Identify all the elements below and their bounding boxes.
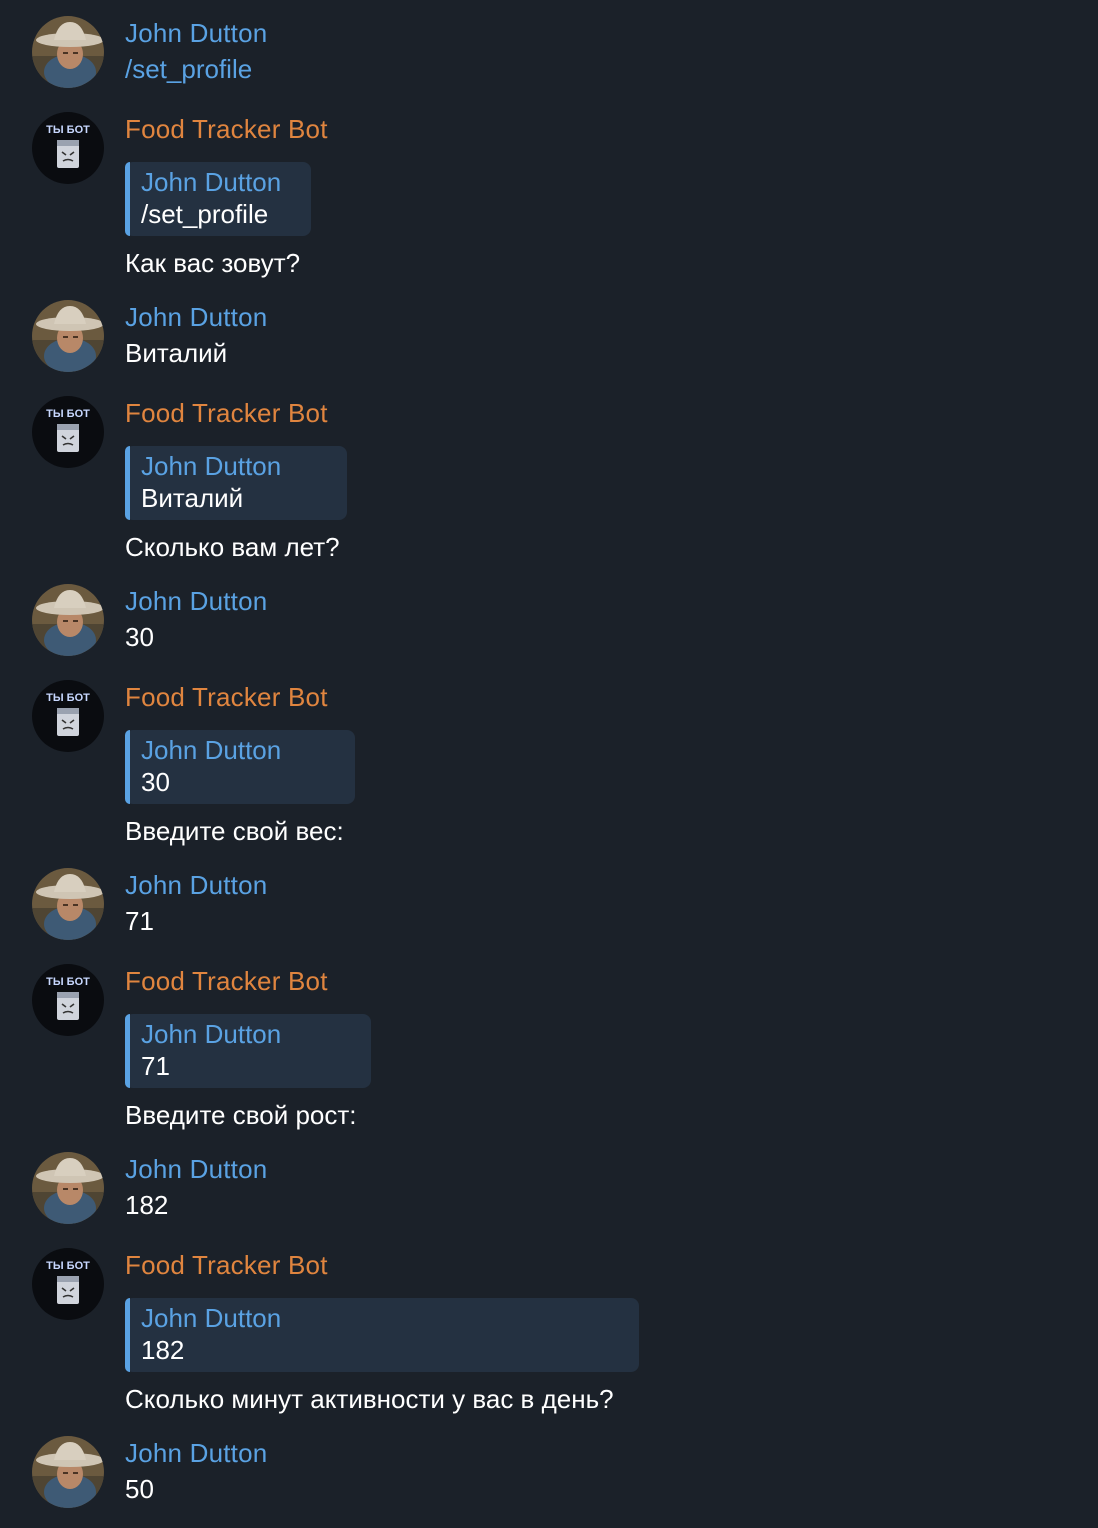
reply-text: 182 bbox=[141, 1335, 185, 1365]
cowboy-avatar-icon bbox=[32, 584, 104, 656]
cowboy-avatar-icon bbox=[32, 1152, 104, 1224]
reply-quote[interactable]: John Dutton 182 bbox=[125, 1298, 639, 1372]
bot-avatar-icon: ТЫ БОТ bbox=[32, 396, 104, 468]
reply-text: /set_profile bbox=[141, 199, 269, 229]
command-link[interactable]: /set_profile bbox=[125, 52, 267, 86]
user-avatar[interactable] bbox=[32, 1436, 104, 1508]
cowboy-avatar-icon bbox=[32, 1436, 104, 1508]
sender-name[interactable]: Food Tracker Bot bbox=[125, 964, 371, 998]
message-text: Сколько минут активности у вас в день? bbox=[125, 1384, 614, 1414]
bot-avatar[interactable]: ТЫ БОТ bbox=[32, 112, 104, 184]
sender-name[interactable]: John Dutton bbox=[125, 16, 267, 50]
bot-avatar-icon: ТЫ БОТ bbox=[32, 112, 104, 184]
user-avatar[interactable] bbox=[32, 868, 104, 940]
reply-quote[interactable]: John Dutton Виталий bbox=[125, 446, 347, 520]
sender-name[interactable]: John Dutton bbox=[125, 1436, 267, 1470]
cowboy-avatar-icon bbox=[32, 16, 104, 88]
sender-name[interactable]: Food Tracker Bot bbox=[125, 396, 347, 430]
message-text: Виталий bbox=[125, 338, 228, 368]
reply-sender: John Dutton bbox=[141, 167, 282, 197]
user-avatar[interactable] bbox=[32, 584, 104, 656]
reply-quote[interactable]: John Dutton /set_profile bbox=[125, 162, 311, 236]
sender-name[interactable]: Food Tracker Bot bbox=[125, 112, 328, 146]
reply-text: Виталий bbox=[141, 483, 244, 513]
message-text: Сколько вам лет? bbox=[125, 532, 340, 562]
message-text: 50 bbox=[125, 1474, 154, 1504]
cowboy-avatar-icon bbox=[32, 868, 104, 940]
user-avatar[interactable] bbox=[32, 300, 104, 372]
sender-name[interactable]: Food Tracker Bot bbox=[125, 680, 355, 714]
reply-text: 30 bbox=[141, 767, 170, 797]
reply-quote[interactable]: John Dutton 30 bbox=[125, 730, 355, 804]
bot-avatar-icon: ТЫ БОТ bbox=[32, 1248, 104, 1320]
svg-text:ТЫ БОТ: ТЫ БОТ bbox=[46, 124, 90, 136]
sender-name[interactable]: John Dutton bbox=[125, 300, 267, 334]
message-text: 182 bbox=[125, 1190, 169, 1220]
message-text: 71 bbox=[125, 906, 154, 936]
reply-sender: John Dutton bbox=[141, 735, 282, 765]
reply-quote[interactable]: John Dutton 71 bbox=[125, 1014, 371, 1088]
cowboy-avatar-icon bbox=[32, 300, 104, 372]
user-avatar[interactable] bbox=[32, 1152, 104, 1224]
svg-text:ТЫ БОТ: ТЫ БОТ bbox=[46, 692, 90, 704]
message-text: 30 bbox=[125, 622, 154, 652]
bot-avatar[interactable]: ТЫ БОТ bbox=[32, 964, 104, 1036]
sender-name[interactable]: John Dutton bbox=[125, 868, 267, 902]
svg-text:ТЫ БОТ: ТЫ БОТ bbox=[46, 976, 90, 988]
bot-avatar-icon: ТЫ БОТ bbox=[32, 964, 104, 1036]
reply-text: 71 bbox=[141, 1051, 170, 1081]
bot-avatar[interactable]: ТЫ БОТ bbox=[32, 1248, 104, 1320]
reply-sender: John Dutton bbox=[141, 1019, 282, 1049]
message-text: Введите свой рост: bbox=[125, 1100, 357, 1130]
reply-sender: John Dutton bbox=[141, 1303, 282, 1333]
sender-name[interactable]: John Dutton bbox=[125, 584, 267, 618]
bot-avatar[interactable]: ТЫ БОТ bbox=[32, 680, 104, 752]
reply-sender: John Dutton bbox=[141, 451, 282, 481]
message-text: Введите свой вес: bbox=[125, 816, 344, 846]
svg-text:ТЫ БОТ: ТЫ БОТ bbox=[46, 1260, 90, 1272]
bot-avatar[interactable]: ТЫ БОТ bbox=[32, 396, 104, 468]
message-text: Как вас зовут? bbox=[125, 248, 301, 278]
sender-name[interactable]: John Dutton bbox=[125, 1152, 267, 1186]
user-avatar[interactable] bbox=[32, 16, 104, 88]
svg-text:ТЫ БОТ: ТЫ БОТ bbox=[46, 408, 90, 420]
bot-avatar-icon: ТЫ БОТ bbox=[32, 680, 104, 752]
chat-history: John Dutton /set_profile ТЫ БОТ Food Tra… bbox=[0, 0, 1098, 1528]
sender-name[interactable]: Food Tracker Bot bbox=[125, 1248, 639, 1282]
